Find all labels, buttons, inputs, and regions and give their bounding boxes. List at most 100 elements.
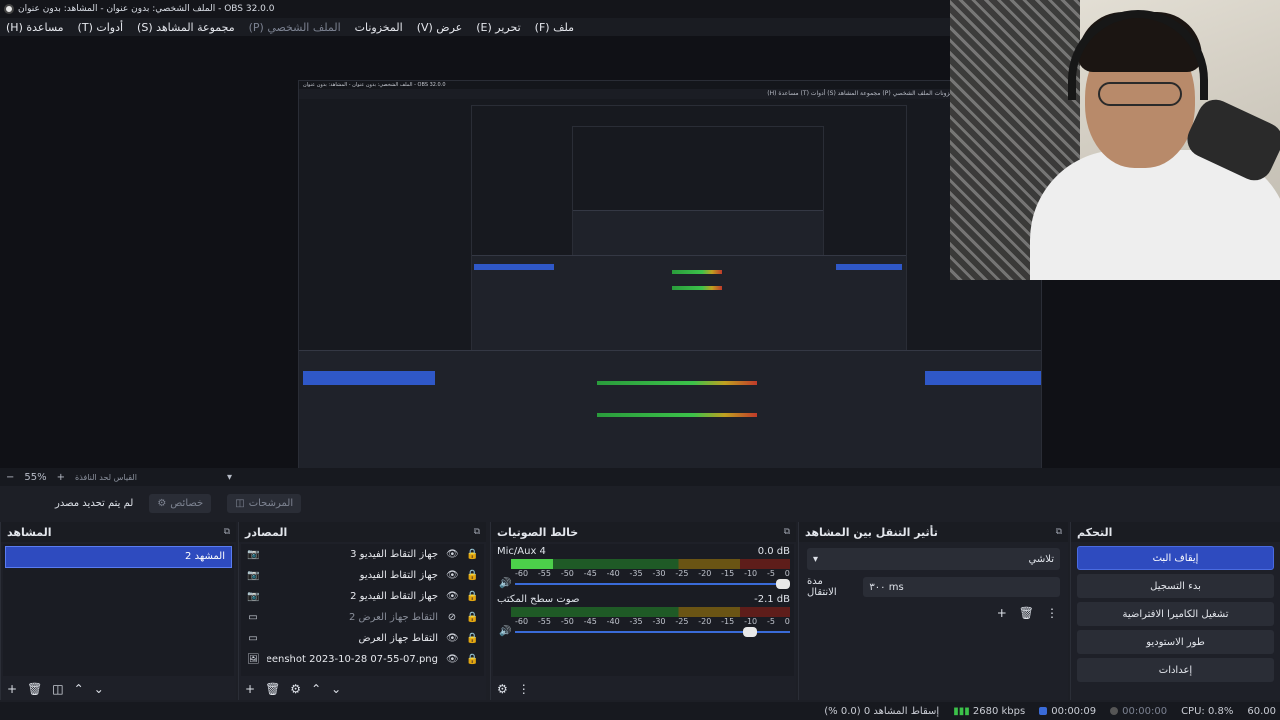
preview-canvas[interactable]: الملف الشخصي: بدون عنوان - المشاهد: بدون…	[298, 80, 1042, 502]
lock-icon[interactable]: 🔒	[466, 591, 478, 602]
filter-icon: ◫	[235, 497, 245, 509]
source-item[interactable]: 🖼 Screenshot 2023-10-28 07-55-07.png 👁 🔒	[241, 649, 484, 670]
gear-icon: ⚙	[157, 497, 167, 509]
source-label: Screenshot 2023-10-28 07-55-07.png	[267, 654, 438, 665]
add-icon[interactable]: +	[7, 682, 17, 696]
visibility-icon[interactable]: 👁	[446, 633, 459, 644]
lock-icon[interactable]: 🔒	[466, 549, 478, 560]
nested-menu: ملف (F) تحرير (E) عرض (V) المخزونات المل…	[299, 89, 1041, 99]
sources-title: المصادر	[245, 525, 288, 539]
gear-icon[interactable]: ⚙	[290, 682, 301, 696]
tick-label: -40	[606, 617, 620, 626]
menu-item[interactable]: مجموعة المشاهد (S)	[137, 21, 235, 34]
volume-meter	[511, 559, 790, 569]
sources-dock: المصادر ⧉ 📷 جهاز التقاط الفيديو 3 👁 🔒 📷 جهاز …	[238, 522, 486, 700]
menu-item[interactable]: تحرير (E)	[476, 21, 520, 34]
more-options-icon[interactable]: ⋮	[518, 682, 530, 696]
scene-item[interactable]: المشهد 2	[5, 546, 232, 568]
zoom-out-button[interactable]: −	[6, 472, 14, 483]
zoom-in-button[interactable]: +	[57, 472, 65, 483]
transition-duration-row: مدة الانتقال ٣٠٠ ms	[799, 576, 1068, 598]
visibility-icon[interactable]: ⊘	[446, 612, 458, 623]
dropped-frames: إسقاط المشاهد 0 (0.0 %)	[824, 705, 940, 717]
tick-label: -55	[537, 617, 551, 626]
visibility-icon[interactable]: 👁	[446, 591, 459, 602]
move-down-icon[interactable]: ⌄	[331, 682, 341, 696]
controls-title: التحكم	[1077, 525, 1113, 539]
mixer-dock-header: خالط الصوتيات ⧉	[491, 522, 796, 542]
menu-item[interactable]: عرض (V)	[417, 21, 463, 34]
source-toolbar: لم يتم تحديد مصدر ⚙ خصائص ◫ المرشحات	[0, 486, 1280, 520]
chevron-down-icon[interactable]: ▾	[227, 472, 232, 483]
add-icon[interactable]: +	[245, 682, 255, 696]
image-icon: 🖼	[247, 654, 260, 665]
trash-icon[interactable]: 🗑	[27, 682, 42, 696]
visibility-icon[interactable]: 👁	[446, 549, 459, 560]
display-icon: ▭	[248, 633, 258, 644]
tick-label: -5	[766, 617, 775, 626]
undock-icon[interactable]: ⧉	[224, 527, 230, 537]
undock-icon[interactable]: ⧉	[784, 527, 790, 537]
menu-item[interactable]: أدوات (T)	[78, 21, 124, 34]
visibility-icon[interactable]: 👁	[446, 570, 459, 581]
control-button[interactable]: إعدادات	[1077, 658, 1274, 682]
meter-ticks: -60 -55 -50 -45 -40 -35 -30 -25 -20 -15 -10 -5 0	[515, 617, 790, 626]
volume-slider[interactable]: 🔊	[499, 626, 790, 638]
transitions-dock: تأثير التنقل بين المشاهد ⧉ تلاشي ▾ مدة ا…	[798, 522, 1068, 700]
volume-slider[interactable]: 🔊	[499, 578, 790, 590]
menu-item[interactable]: ملف (F)	[535, 21, 574, 34]
controls-dock: التحكم إيقاف البث بدء التسجيل تشغيل الكامي…	[1070, 522, 1280, 700]
lock-icon[interactable]: 🔒	[466, 612, 478, 623]
source-item[interactable]: 📷 جهاز التقاط الفيديو 2 👁 🔒	[241, 586, 484, 607]
control-button[interactable]: طور الاستوديو	[1077, 630, 1274, 654]
source-item[interactable]: ▭ التقاط جهاز العرض 👁 🔒	[241, 628, 484, 649]
lock-icon[interactable]: 🔒	[466, 570, 478, 581]
camera-icon: 📷	[247, 549, 260, 560]
undock-icon[interactable]: ⧉	[1056, 527, 1062, 537]
lock-icon[interactable]: 🔒	[466, 654, 478, 665]
trash-icon[interactable]: 🗑	[1019, 606, 1034, 620]
nested-obs-capture-2	[471, 105, 907, 355]
visibility-icon[interactable]: 👁	[446, 654, 459, 665]
display-icon: ▭	[248, 612, 258, 623]
tick-label: 0	[784, 569, 790, 578]
menu-item[interactable]: مساعدة (H)	[6, 21, 64, 34]
lock-icon[interactable]: 🔒	[466, 633, 478, 644]
move-down-icon[interactable]: ⌄	[94, 682, 104, 696]
obs-logo-icon	[4, 4, 14, 14]
undock-icon[interactable]: ⧉	[474, 527, 480, 537]
source-item[interactable]: 📷 جهاز التقاط الفيديو 👁 🔒	[241, 565, 484, 586]
stream-icon	[1039, 706, 1048, 715]
more-options-icon[interactable]: ⋮	[1046, 606, 1058, 620]
tick-label: -35	[629, 569, 643, 578]
speaker-icon[interactable]: 🔊	[499, 626, 511, 637]
slider-knob[interactable]	[776, 579, 790, 589]
speaker-icon[interactable]: 🔊	[499, 578, 511, 589]
transition-select[interactable]: تلاشي ▾	[807, 548, 1060, 570]
filter-icon[interactable]: ◫	[52, 682, 63, 696]
tick-label: -25	[675, 569, 689, 578]
move-up-icon[interactable]: ⌃	[74, 682, 84, 696]
trash-icon[interactable]: 🗑	[265, 682, 280, 696]
duration-input[interactable]: ٣٠٠ ms	[863, 577, 1060, 597]
properties-button[interactable]: ⚙ خصائص	[149, 493, 212, 513]
control-button[interactable]: تشغيل الكاميرا الافتراضية	[1077, 602, 1274, 626]
gear-icon[interactable]: ⚙	[497, 682, 508, 696]
nested-meter	[672, 285, 722, 290]
slider-knob[interactable]	[743, 627, 757, 637]
menu-item[interactable]: المخزونات	[355, 21, 403, 34]
sources-list[interactable]: 📷 جهاز التقاط الفيديو 3 👁 🔒 📷 جهاز التقاط الف…	[241, 544, 484, 676]
control-button[interactable]: إيقاف البث	[1077, 546, 1274, 570]
scenes-dock-header: المشاهد ⧉	[1, 522, 236, 542]
add-icon[interactable]: +	[997, 606, 1007, 620]
move-up-icon[interactable]: ⌃	[311, 682, 321, 696]
control-button[interactable]: بدء التسجيل	[1077, 574, 1274, 598]
scenes-title: المشاهد	[7, 525, 52, 539]
scenes-list[interactable]: المشهد 2	[3, 544, 234, 676]
source-item[interactable]: 📷 جهاز التقاط الفيديو 3 👁 🔒	[241, 544, 484, 565]
source-item[interactable]: ▭ التقاط جهاز العرض 2 ⊘ 🔒	[241, 607, 484, 628]
menu-item[interactable]: الملف الشخصي (P)	[249, 21, 341, 34]
tick-label: -50	[560, 569, 574, 578]
zoom-mode-select[interactable]: القياس لحد النافذة	[75, 473, 137, 482]
filters-button[interactable]: ◫ المرشحات	[227, 493, 302, 513]
